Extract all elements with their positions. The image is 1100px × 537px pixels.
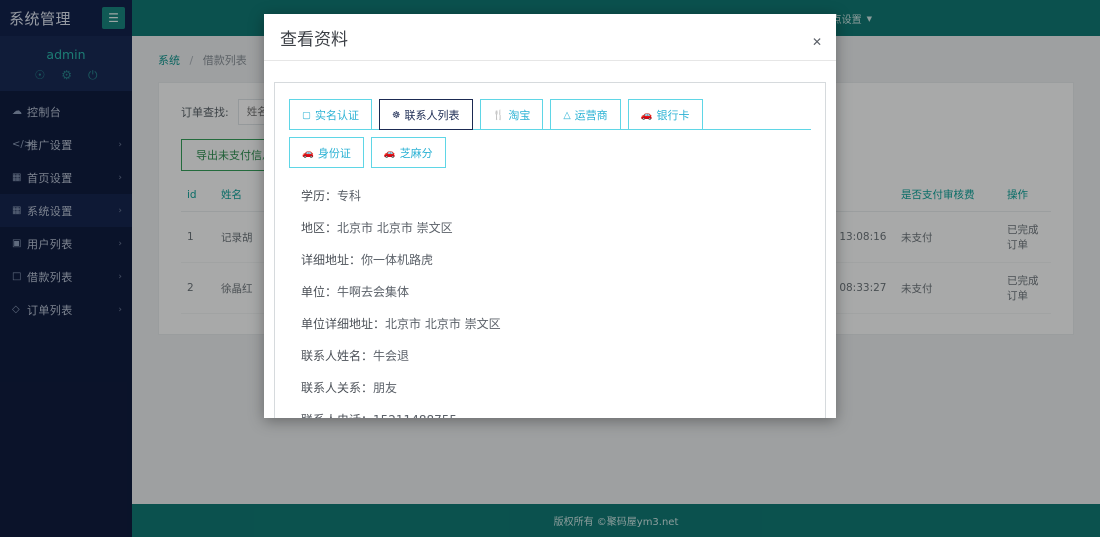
taobao-icon: 🍴 [493,110,505,121]
app-root: 系统管理 ☰ admin ☉ ⚙ ⏻ ☁ 控制台 </> 推广设置 › ▦ [0,0,1100,537]
info-row: 联系人电话：15211488755 [301,414,807,418]
info-value: 牛啊去会集体 [337,285,409,299]
info-label: 详细地址： [301,253,361,267]
id-card-icon: ▢ [302,110,311,121]
tab-label: 身份证 [318,145,351,161]
info-row: 单位详细地址：北京市 北京市 崇文区 [301,318,807,330]
profile-tabs-row2: 🚗 身份证 🚗 芝麻分 [289,137,811,168]
tab-label: 运营商 [575,107,608,123]
info-label: 学历： [301,189,337,203]
zhima-icon: 🚗 [384,148,396,159]
tab-label: 芝麻分 [400,145,433,161]
info-row: 地区：北京市 北京市 崇文区 [301,222,807,234]
view-profile-modal: 查看资料 ✕ ▢ 实名认证 ☸ 联系人列表 🍴 淘宝 [264,14,836,418]
carrier-icon: △ [563,110,570,121]
info-label: 联系人关系： [301,381,373,395]
info-label: 联系人姓名： [301,349,373,363]
idcard2-icon: 🚗 [302,148,314,159]
info-value: 北京市 北京市 崇文区 [337,221,453,235]
tab-taobao[interactable]: 🍴 淘宝 [480,99,544,130]
info-value: 15211488755 [373,413,457,418]
tab-label: 联系人列表 [405,107,460,123]
close-icon[interactable]: ✕ [812,36,822,48]
tab-realname[interactable]: ▢ 实名认证 [289,99,372,130]
info-row: 详细地址：你一体机路虎 [301,254,807,266]
info-value: 牛会退 [373,349,409,363]
info-label: 地区： [301,221,337,235]
tab-label: 银行卡 [657,107,690,123]
info-row: 单位：牛啊去会集体 [301,286,807,298]
modal-title: 查看资料 [280,25,348,50]
tab-idcard[interactable]: 🚗 身份证 [289,137,364,168]
tab-label: 淘宝 [508,107,530,123]
tab-carrier[interactable]: △ 运营商 [550,99,620,130]
profile-tabs-row1: ▢ 实名认证 ☸ 联系人列表 🍴 淘宝 △ 运营商 [289,99,811,130]
info-value: 专科 [337,189,361,203]
info-label: 联系人电话： [301,413,373,418]
modal-header: 查看资料 ✕ [264,14,836,61]
bank-card-icon: 🚗 [641,110,653,121]
info-label: 单位： [301,285,337,299]
info-row: 学历：专科 [301,190,807,202]
tab-bankcard[interactable]: 🚗 银行卡 [628,99,703,130]
info-row: 联系人姓名：牛会退 [301,350,807,362]
info-value: 你一体机路虎 [361,253,433,267]
contacts-icon: ☸ [392,110,401,121]
profile-card: ▢ 实名认证 ☸ 联系人列表 🍴 淘宝 △ 运营商 [274,82,826,418]
tab-label: 实名认证 [315,107,359,123]
info-row: 联系人关系：朋友 [301,382,807,394]
info-value: 北京市 北京市 崇文区 [385,317,501,331]
contact-info-list: 学历：专科 地区：北京市 北京市 崇文区 详细地址：你一体机路虎 单位：牛啊去会… [289,168,811,418]
info-label: 单位详细地址： [301,317,385,331]
modal-body: ▢ 实名认证 ☸ 联系人列表 🍴 淘宝 △ 运营商 [264,61,836,418]
info-value: 朋友 [373,381,397,395]
tab-contacts[interactable]: ☸ 联系人列表 [379,99,473,130]
tab-zhima[interactable]: 🚗 芝麻分 [371,137,446,168]
